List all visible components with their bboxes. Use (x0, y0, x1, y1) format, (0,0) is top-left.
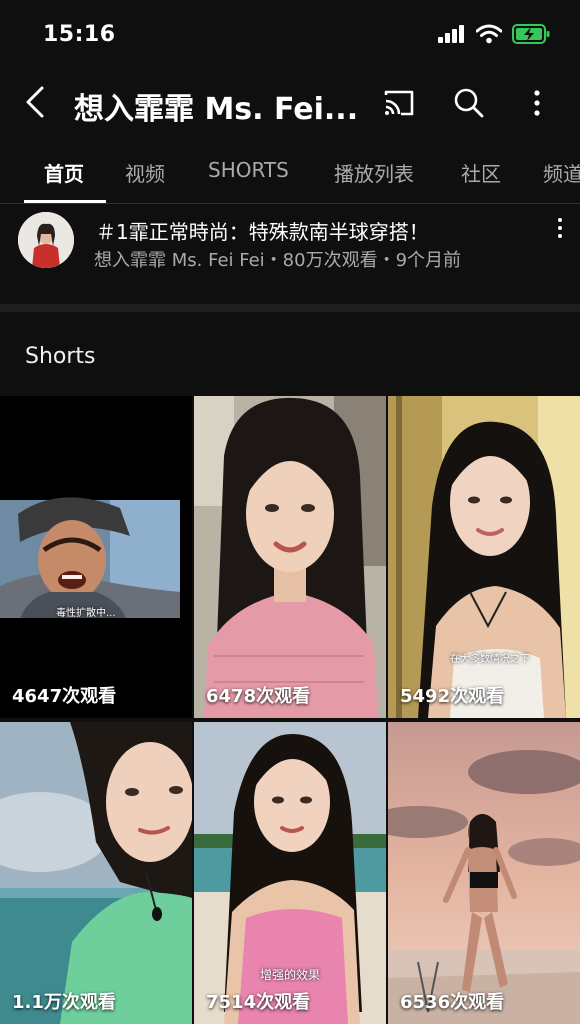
short-thumbnail-image (194, 396, 386, 718)
channel-tabs: 首页 视频 SHORTS 播放列表 社区 频道 (0, 140, 580, 204)
short-thumbnail[interactable]: 6536次观看 (388, 722, 580, 1024)
short-thumbnail-image (388, 722, 580, 1024)
tab-community[interactable]: 社区 (461, 158, 501, 187)
short-caption: 增强的效果 (260, 968, 321, 982)
featured-video-meta: 想入霏霏 Ms. Fei Fei・80万次观看・9个月前 (94, 250, 462, 271)
short-thumbnail[interactable]: 毒性扩散中... 4647次观看 (0, 396, 192, 718)
section-separator (0, 304, 580, 312)
status-icons (438, 24, 550, 44)
cellular-signal-icon (438, 25, 464, 43)
tab-shorts[interactable]: SHORTS (208, 158, 289, 182)
channel-title: 想入霏霏 Ms. Fei... (74, 92, 359, 127)
short-thumbnail-image (0, 722, 192, 1024)
channel-avatar[interactable] (18, 212, 74, 268)
shorts-grid: 毒性扩散中... 4647次观看 6478次观看 在大多数情况之下 5492次观… (0, 396, 580, 1024)
short-view-count: 5492次观看 (400, 686, 505, 707)
featured-video-title[interactable]: ＃1霏正常時尚：特殊款南半球穿搭！ (96, 216, 536, 245)
short-view-count: 6478次观看 (206, 686, 311, 707)
tab-playlists[interactable]: 播放列表 (334, 158, 414, 187)
shorts-section-heading: Shorts (25, 344, 96, 369)
tab-home[interactable]: 首页 (44, 158, 84, 187)
back-arrow-icon[interactable] (22, 84, 52, 120)
status-bar: 15:16 (0, 0, 580, 70)
channel-header: 想入霏霏 Ms. Fei... (0, 70, 580, 136)
wifi-icon (476, 24, 502, 44)
status-time: 15:16 (43, 22, 116, 47)
short-caption: 毒性扩散中... (56, 608, 116, 619)
short-thumbnail[interactable]: 增强的效果 7514次观看 (194, 722, 386, 1024)
battery-charging-icon (512, 24, 550, 44)
search-icon[interactable] (452, 86, 486, 120)
short-caption: 在大多数情况之下 (450, 654, 530, 665)
more-options-icon[interactable] (520, 86, 554, 120)
short-view-count: 6536次观看 (400, 992, 505, 1013)
featured-video-row[interactable]: ＃1霏正常時尚：特殊款南半球穿搭！ 想入霏霏 Ms. Fei Fei・80万次观… (0, 204, 580, 304)
short-thumbnail-image (388, 396, 580, 718)
short-view-count: 1.1万次观看 (12, 992, 116, 1013)
short-view-count: 4647次观看 (12, 686, 117, 707)
tab-channels[interactable]: 频道 (543, 158, 580, 187)
short-thumbnail[interactable]: 6478次观看 (194, 396, 386, 718)
short-thumbnail[interactable]: 1.1万次观看 (0, 722, 192, 1024)
cast-icon[interactable] (382, 86, 416, 120)
short-thumbnail-image (0, 396, 192, 718)
tab-videos[interactable]: 视频 (125, 158, 165, 187)
short-thumbnail[interactable]: 在大多数情况之下 5492次观看 (388, 396, 580, 718)
short-view-count: 7514次观看 (206, 992, 311, 1013)
video-more-icon[interactable] (554, 216, 566, 240)
